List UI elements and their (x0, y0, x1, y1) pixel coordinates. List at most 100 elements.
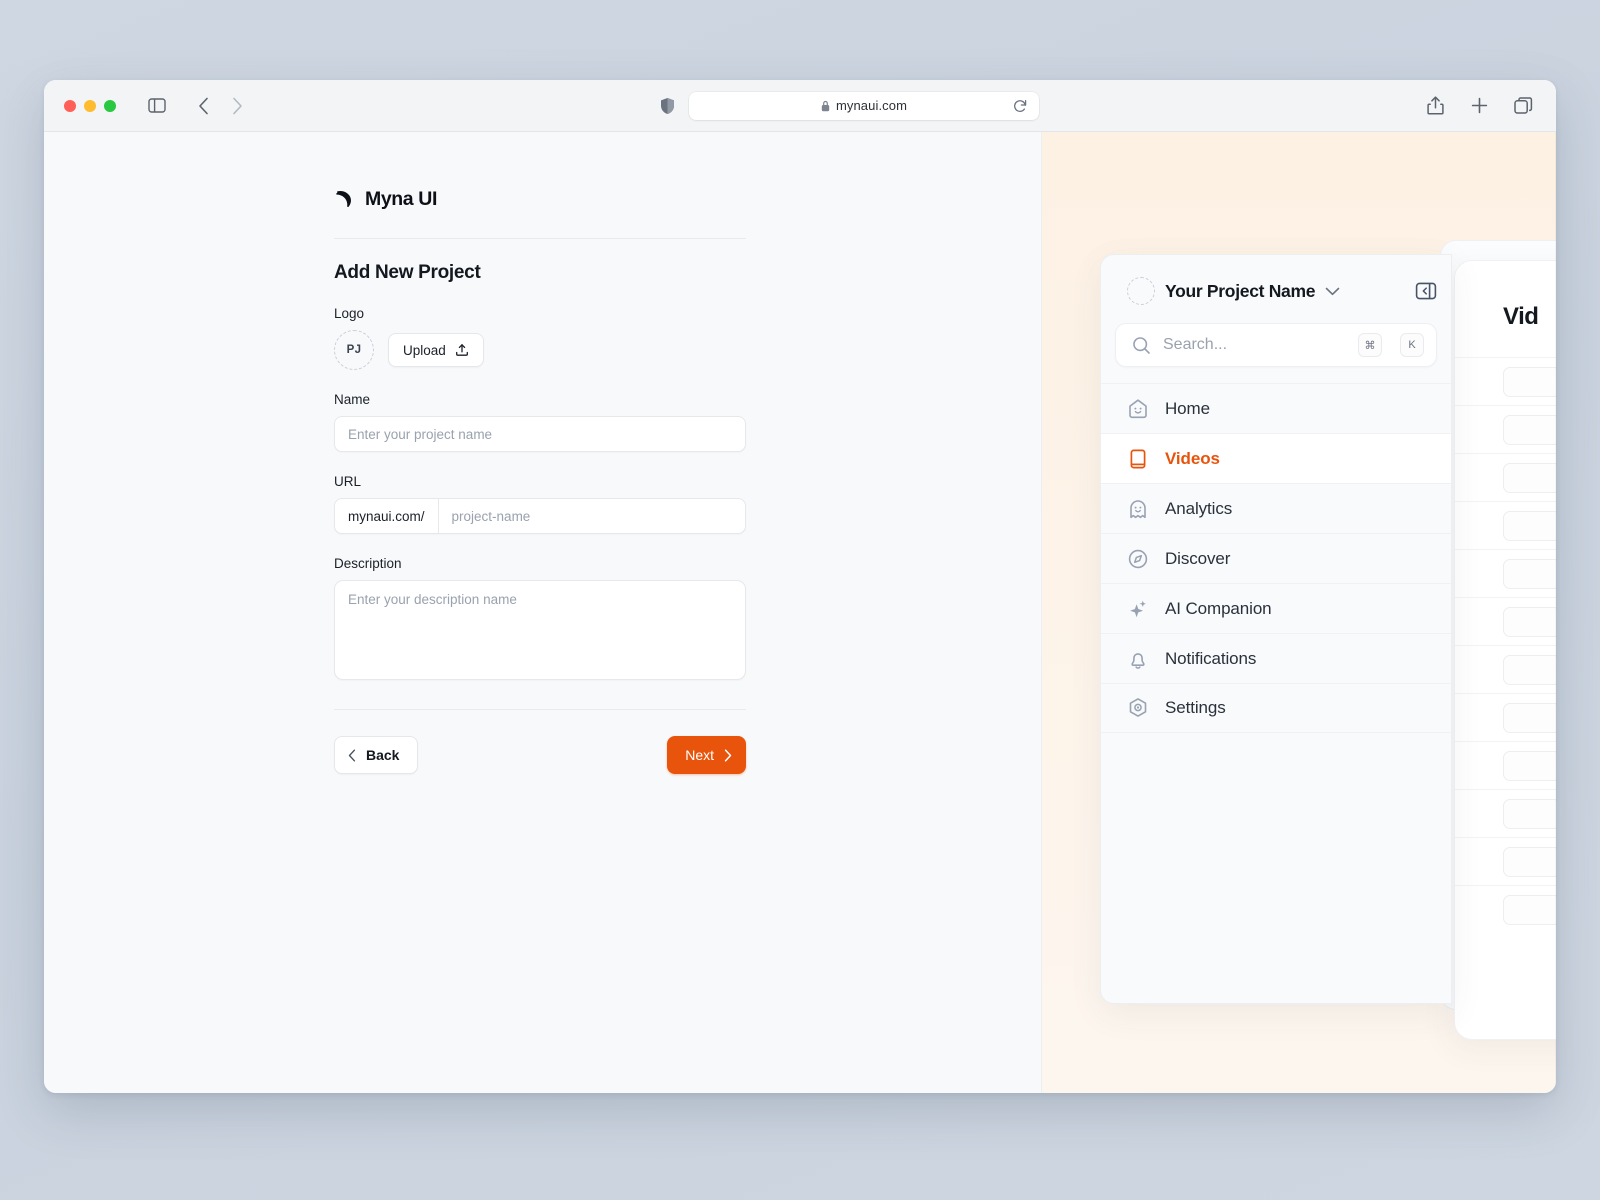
content-list-row[interactable] (1455, 453, 1556, 501)
lock-icon (821, 100, 830, 112)
project-name: Your Project Name (1165, 281, 1315, 302)
content-row-thumbnail (1503, 847, 1556, 877)
sidebar-item-label: Videos (1165, 449, 1220, 469)
house-smile-icon (1127, 398, 1149, 420)
logo-field-label: Logo (334, 306, 746, 321)
brand-name: Myna UI (365, 188, 437, 211)
content-row-thumbnail (1503, 655, 1556, 685)
app-sidebar-header: Your Project Name (1101, 255, 1451, 305)
add-project-form: Myna UI Add New Project Logo PJ Upload (334, 182, 746, 774)
reload-icon[interactable] (1013, 99, 1027, 113)
content-list-row[interactable] (1455, 549, 1556, 597)
sidebar-item-label: Notifications (1165, 649, 1256, 669)
page-viewport: Myna UI Add New Project Logo PJ Upload (44, 132, 1556, 1093)
shield-icon[interactable] (652, 92, 682, 120)
url-prefix-label: mynaui.com/ (335, 499, 439, 533)
description-field: Description (334, 556, 746, 685)
upload-button-label: Upload (403, 343, 446, 358)
sidebar-item-analytics[interactable]: Analytics (1101, 483, 1451, 533)
sidebar-item-settings[interactable]: Settings (1101, 683, 1451, 733)
app-sidebar-nav: Home Videos Analytics Discover AI Companion N… (1101, 383, 1451, 733)
form-pane: Myna UI Add New Project Logo PJ Upload (44, 132, 1041, 1093)
content-row-thumbnail (1503, 415, 1556, 445)
project-slug-input[interactable] (439, 499, 745, 533)
sidebar-item-label: Settings (1165, 698, 1226, 718)
upload-button[interactable]: Upload (388, 333, 484, 367)
content-row-thumbnail (1503, 751, 1556, 781)
myna-crescent-logo-icon (334, 188, 356, 210)
content-row-thumbnail (1503, 511, 1556, 541)
sidebar-item-videos[interactable]: Videos (1101, 433, 1451, 483)
sidebar-item-home[interactable]: Home (1101, 383, 1451, 433)
sidebar-toggle-icon[interactable] (142, 92, 172, 120)
project-name-input[interactable] (334, 416, 746, 452)
form-actions: Back Next (334, 736, 746, 774)
sidebar-item-label: AI Companion (1165, 599, 1272, 619)
compass-icon (1127, 548, 1149, 570)
sidebar-item-notifications[interactable]: Notifications (1101, 633, 1451, 683)
content-list-row[interactable] (1455, 741, 1556, 789)
content-list-row[interactable] (1455, 693, 1556, 741)
back-button[interactable]: Back (334, 736, 418, 774)
app-sidebar-preview: Your Project Name (1100, 254, 1452, 1004)
name-field-label: Name (334, 392, 746, 407)
url-input-group: mynaui.com/ (334, 498, 746, 534)
sidebar-item-label: Home (1165, 399, 1210, 419)
preview-pane: Vid Your Project Name (1041, 132, 1556, 1093)
logo-avatar[interactable]: PJ (334, 330, 374, 370)
share-icon[interactable] (1420, 92, 1450, 120)
sidebar-item-label: Analytics (1165, 499, 1232, 519)
book-icon (1127, 448, 1149, 470)
sidebar-item-ai-companion[interactable]: AI Companion (1101, 583, 1451, 633)
brand-divider (334, 238, 746, 239)
content-list-row[interactable] (1455, 405, 1556, 453)
actions-divider (334, 709, 746, 710)
content-list-row[interactable] (1455, 597, 1556, 645)
chevron-left-icon (348, 749, 356, 762)
upload-icon (455, 343, 469, 357)
browser-toolbar: mynaui.com (44, 80, 1556, 132)
content-list-row[interactable] (1455, 645, 1556, 693)
app-search-bar[interactable]: Search... ⌘ K (1115, 323, 1437, 367)
content-row-thumbnail (1503, 799, 1556, 829)
content-list-row[interactable] (1455, 837, 1556, 885)
sidebar-item-discover[interactable]: Discover (1101, 533, 1451, 583)
browser-back-button[interactable] (188, 92, 218, 120)
shortcut-modifier-key: ⌘ (1358, 333, 1382, 357)
browser-forward-button[interactable] (222, 92, 252, 120)
tab-overview-icon[interactable] (1508, 92, 1538, 120)
description-field-label: Description (334, 556, 746, 571)
logo-row: PJ Upload (334, 330, 746, 370)
content-panel-title: Vid (1503, 303, 1556, 331)
close-window-button[interactable] (64, 100, 76, 112)
search-icon (1132, 336, 1151, 355)
url-text: mynaui.com (836, 98, 907, 113)
content-list-row[interactable] (1455, 357, 1556, 405)
sparkles-icon (1127, 598, 1149, 620)
ghost-icon (1127, 498, 1149, 520)
page-title: Add New Project (334, 262, 746, 284)
bell-icon (1127, 648, 1149, 670)
content-list-row[interactable] (1455, 789, 1556, 837)
address-bar[interactable]: mynaui.com (689, 92, 1039, 120)
shortcut-key: K (1400, 333, 1424, 357)
desktop-backdrop: mynaui.com (0, 0, 1600, 1200)
content-row-thumbnail (1503, 895, 1556, 925)
minimize-window-button[interactable] (84, 100, 96, 112)
content-row-thumbnail (1503, 463, 1556, 493)
content-list-row[interactable] (1455, 885, 1556, 933)
new-tab-plus-icon[interactable] (1464, 92, 1494, 120)
content-row-thumbnail (1503, 367, 1556, 397)
chevron-down-icon[interactable] (1325, 287, 1340, 296)
maximize-window-button[interactable] (104, 100, 116, 112)
next-button[interactable]: Next (667, 736, 746, 774)
description-input[interactable] (334, 580, 746, 680)
hexagon-gear-icon (1127, 697, 1149, 719)
project-avatar (1127, 277, 1155, 305)
content-list-row[interactable] (1455, 501, 1556, 549)
browser-window: mynaui.com (44, 80, 1556, 1093)
viewport-right-edge (1555, 132, 1556, 1093)
content-panel: Vid (1454, 260, 1556, 1040)
panel-collapse-icon[interactable] (1415, 280, 1437, 302)
content-list (1455, 357, 1556, 933)
